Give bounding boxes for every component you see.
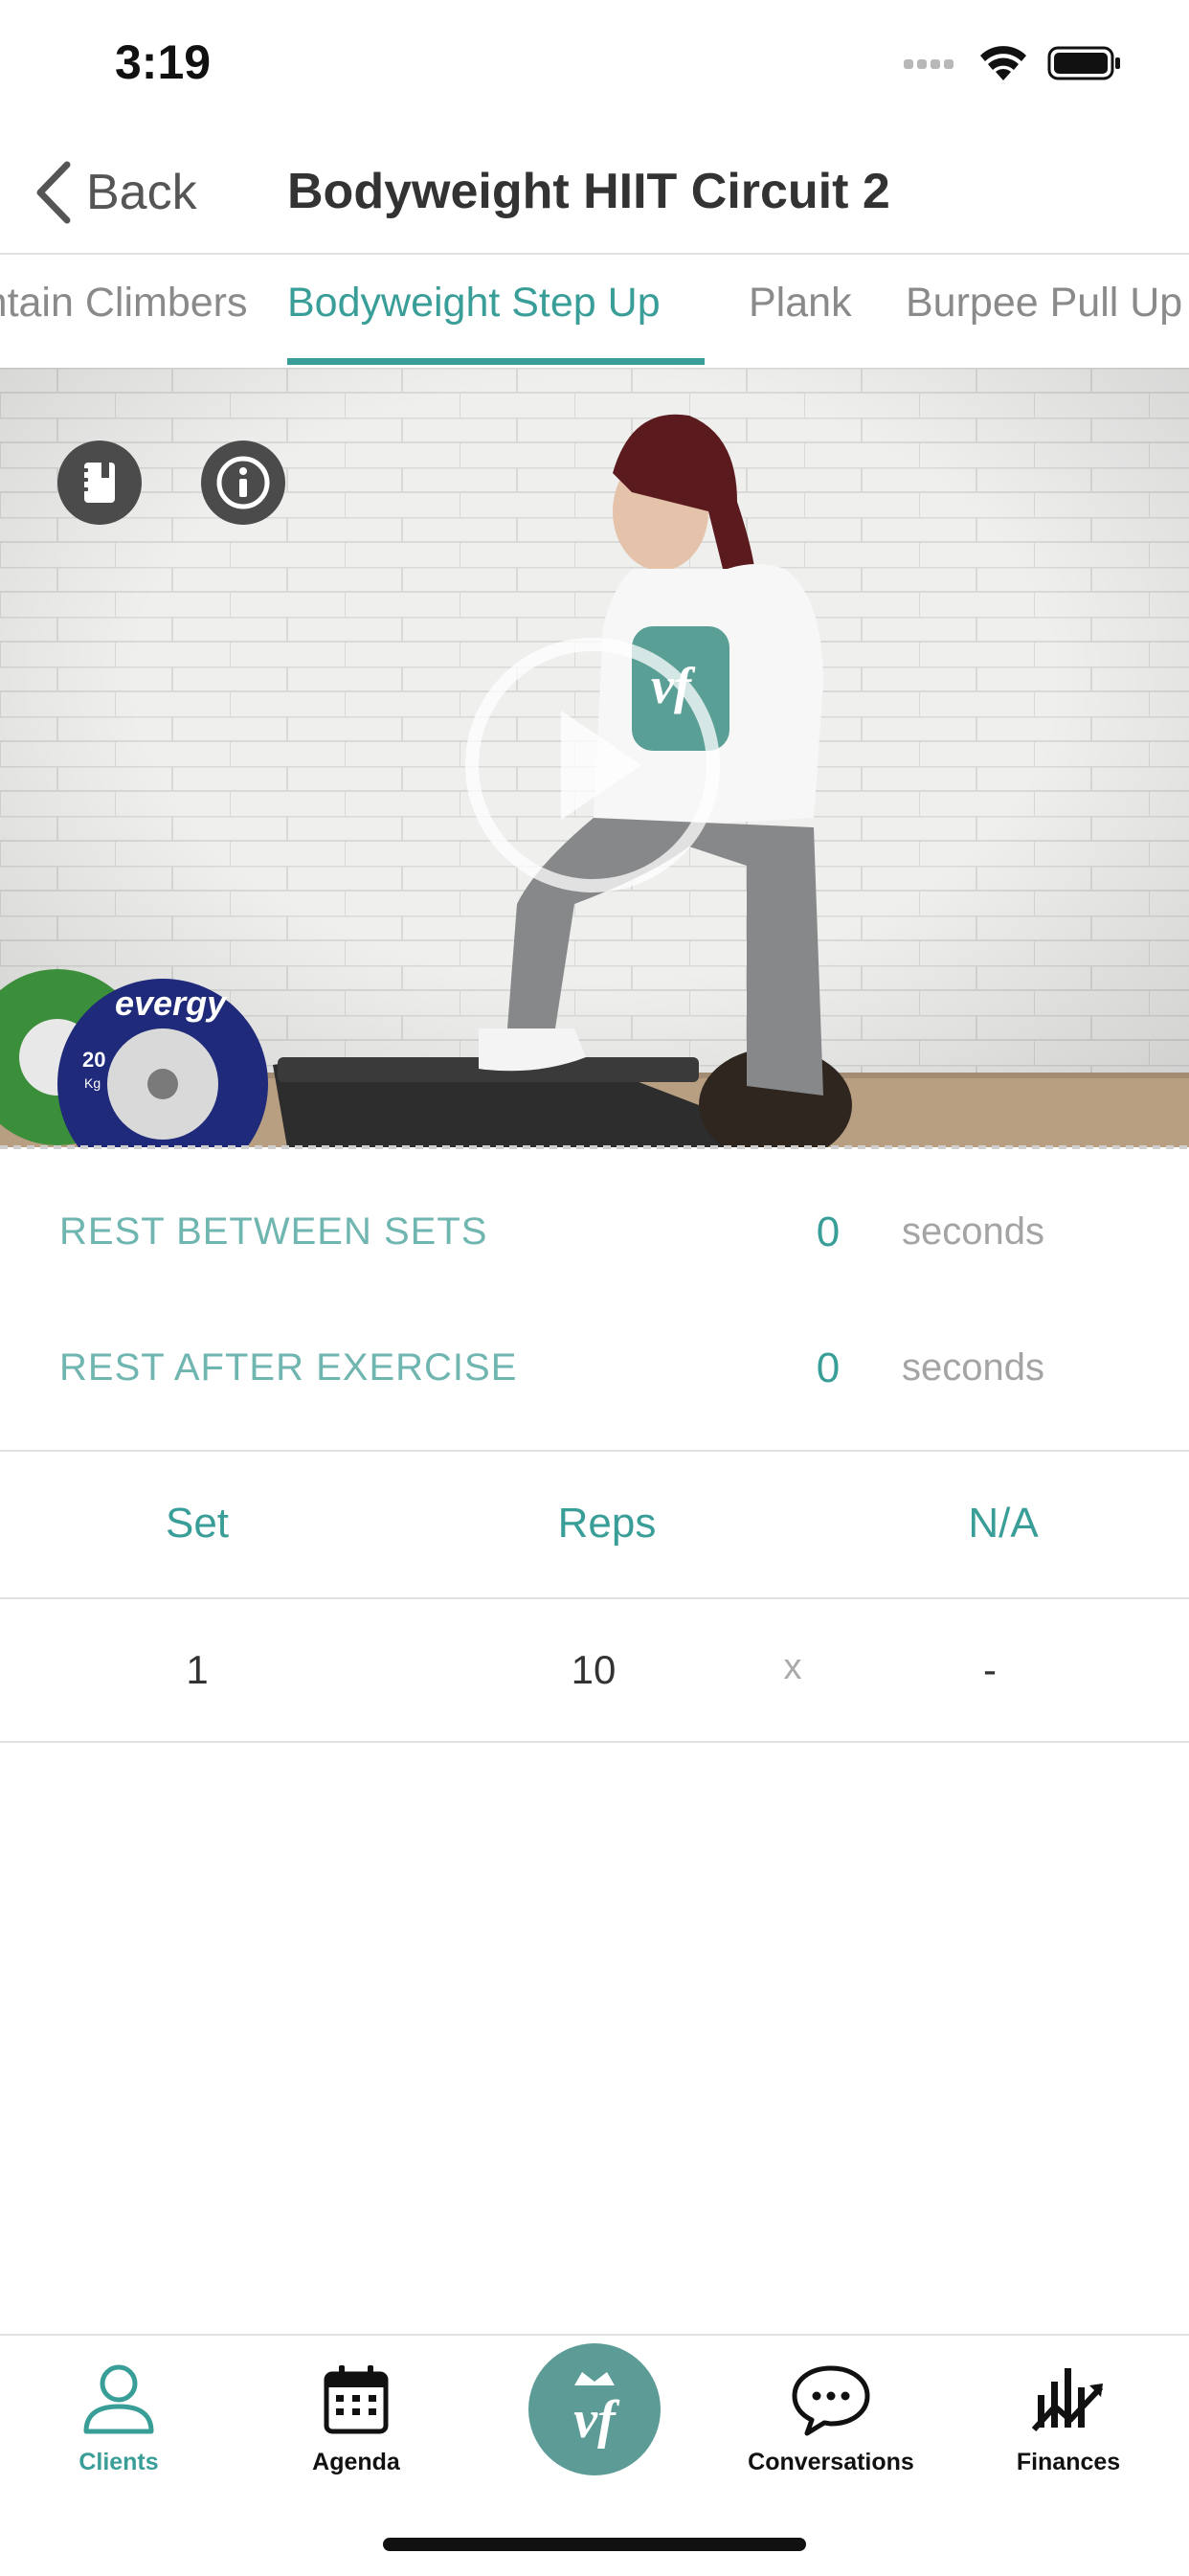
app-logo-button[interactable]: vf: [528, 2343, 661, 2475]
chat-bubble-icon: [792, 2365, 870, 2436]
calendar-icon: [324, 2365, 389, 2434]
status-icons: [902, 44, 1122, 82]
person-icon: [83, 2364, 154, 2434]
tab-conversations[interactable]: Conversations: [726, 2362, 936, 2476]
rest-between-sets-value[interactable]: 0: [804, 1209, 852, 1256]
tab-plank[interactable]: Plank: [749, 280, 852, 327]
cellular-signal-icon: [904, 59, 953, 69]
tab-bodyweight-step-up[interactable]: Bodyweight Step Up: [287, 280, 661, 327]
tab-agenda-label: Agenda: [312, 2449, 400, 2475]
back-button[interactable]: Back: [33, 161, 197, 224]
status-time: 3:19: [115, 35, 212, 89]
plate-unit-text: Kg: [84, 1075, 101, 1091]
tab-clients-label: Clients: [79, 2449, 159, 2475]
chevron-left-icon: [36, 161, 71, 224]
column-header-set: Set: [165, 1500, 230, 1547]
set-number: 1: [186, 1647, 209, 1692]
tab-agenda[interactable]: Agenda: [251, 2362, 461, 2476]
rest-after-exercise-row: REST AFTER EXERCISE 0 seconds: [0, 1302, 1189, 1436]
info-icon: [216, 456, 270, 509]
divider: [0, 1741, 1189, 1743]
column-header-na: N/A: [968, 1500, 1039, 1547]
notebook-icon: [81, 463, 115, 503]
tab-mountain-climbers[interactable]: Mountain Climbers: [0, 280, 247, 327]
tab-finances-label: Finances: [1016, 2449, 1121, 2475]
rest-between-sets-unit: seconds: [902, 1210, 1044, 1253]
back-label: Back: [86, 165, 197, 220]
exercise-video[interactable]: evergy 20 Kg vf: [0, 368, 1189, 1147]
plate-brand-text: evergy: [115, 983, 228, 1023]
na-value[interactable]: -: [894, 1647, 1086, 1693]
notes-button[interactable]: [57, 441, 142, 525]
rest-between-sets-label: REST BETWEEN SETS: [59, 1210, 488, 1253]
chart-icon: [1031, 2368, 1104, 2432]
tab-burpee-pull-up[interactable]: Burpee Pull Up: [906, 280, 1182, 327]
rest-between-sets-row: REST BETWEEN SETS 0 seconds: [0, 1166, 1189, 1300]
info-button[interactable]: [201, 441, 285, 525]
divider: [0, 1597, 1189, 1599]
home-indicator: [383, 2538, 806, 2551]
play-icon[interactable]: [454, 626, 731, 904]
page-title: Bodyweight HIIT Circuit 2: [287, 164, 890, 219]
tab-clients[interactable]: Clients: [13, 2362, 224, 2476]
tab-conversations-label: Conversations: [748, 2449, 914, 2475]
exercise-tabs: Mountain Climbers Bodyweight Step Up Pla…: [0, 255, 1189, 368]
reps-value[interactable]: 10: [498, 1647, 689, 1693]
divider: [0, 1450, 1189, 1452]
plate-weight-text: 20: [82, 1048, 105, 1072]
rest-after-exercise-label: REST AFTER EXERCISE: [59, 1346, 518, 1389]
navigation-bar: Back Bodyweight HIIT Circuit 2: [0, 124, 1189, 255]
rest-after-exercise-unit: seconds: [902, 1346, 1044, 1389]
video-progress-track: [0, 1145, 1189, 1149]
center-logo-text: vf: [573, 2390, 620, 2450]
times-separator: x: [783, 1647, 802, 1687]
status-bar: 3:19: [0, 0, 1189, 124]
rest-after-exercise-value[interactable]: 0: [804, 1344, 852, 1392]
vf-logo-icon: vf: [573, 2372, 620, 2450]
wifi-icon: [980, 46, 1026, 80]
tab-finances[interactable]: Finances: [963, 2362, 1174, 2476]
active-tab-indicator: [287, 358, 705, 365]
battery-icon: [1047, 46, 1120, 80]
column-header-reps: Reps: [557, 1500, 657, 1547]
